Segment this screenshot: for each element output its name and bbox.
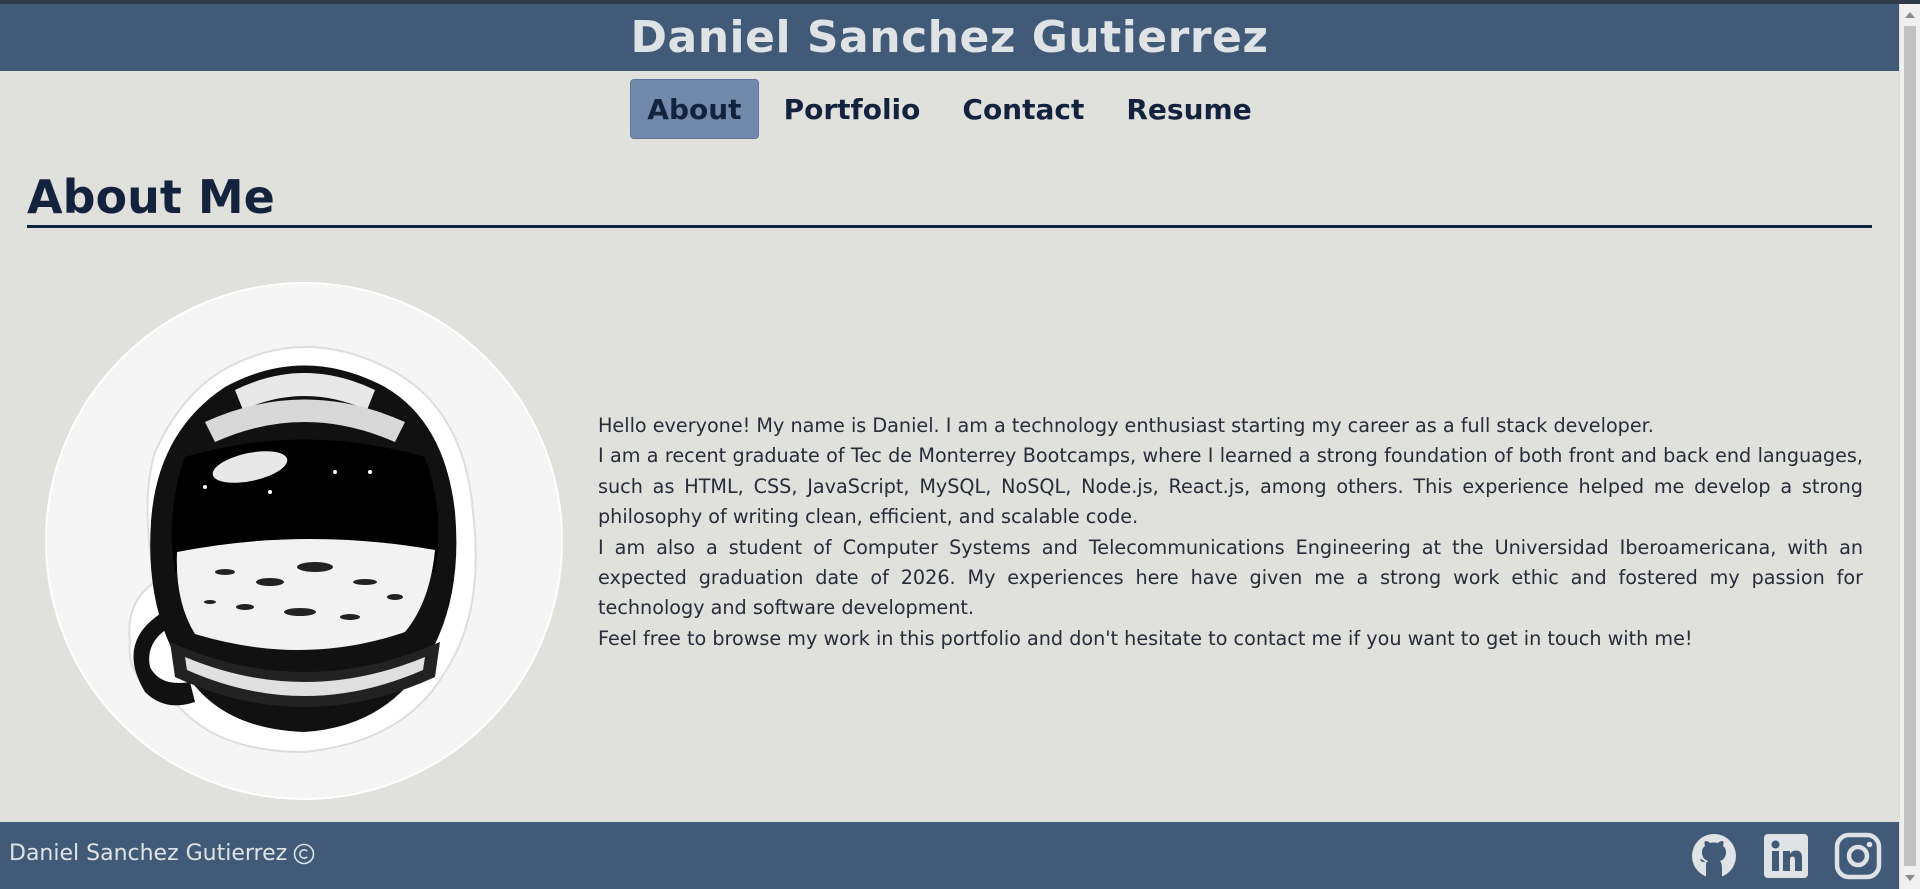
footer-name: Daniel Sanchez Gutierrez xyxy=(9,841,288,866)
scroll-up-icon[interactable] xyxy=(1905,12,1915,18)
copyright-icon xyxy=(293,843,315,865)
scroll-down-icon[interactable] xyxy=(1905,875,1915,881)
scroll-thumb[interactable] xyxy=(1904,26,1916,866)
nav-link-resume[interactable]: Resume xyxy=(1109,79,1268,139)
bio-paragraph: I am also a student of Computer Systems … xyxy=(598,535,1863,620)
nav-link-about[interactable]: About xyxy=(630,79,759,139)
main-nav: About Portfolio Contact Resume xyxy=(0,79,1899,139)
github-icon[interactable] xyxy=(1690,832,1738,880)
about-title: About Me xyxy=(27,170,275,224)
linkedin-icon[interactable] xyxy=(1762,832,1810,880)
bio-paragraph: I am a recent graduate of Tec de Monterr… xyxy=(598,444,1863,529)
site-footer: Daniel Sanchez Gutierrez xyxy=(0,822,1899,889)
site-header: Daniel Sanchez Gutierrez xyxy=(0,4,1899,71)
bio-paragraph: Hello everyone! My name is Daniel. I am … xyxy=(598,414,1654,437)
bio-paragraph: Feel free to browse my work in this port… xyxy=(598,626,1693,650)
page-scrollbar[interactable] xyxy=(1899,4,1920,889)
site-title: Daniel Sanchez Gutierrez xyxy=(630,12,1269,63)
instagram-icon[interactable] xyxy=(1834,832,1882,880)
title-divider xyxy=(27,225,1872,228)
nav-link-contact[interactable]: Contact xyxy=(945,79,1101,139)
nav-link-portfolio[interactable]: Portfolio xyxy=(767,79,938,139)
footer-credit: Daniel Sanchez Gutierrez xyxy=(9,841,315,866)
about-bio: Hello everyone! My name is Daniel. I am … xyxy=(598,411,1863,654)
astronaut-helmet-icon xyxy=(45,282,563,800)
